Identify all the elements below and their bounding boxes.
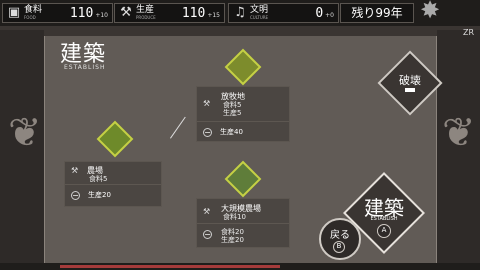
- years-remaining: 残り99年: [340, 3, 414, 23]
- culture-label: 文明: [250, 5, 269, 15]
- page-subtitle: ESTABLISH: [64, 64, 106, 71]
- culture-resource: ♫ 文明 CULTURE 0 +0: [228, 3, 339, 23]
- pasture-cost-production: 生産5: [223, 109, 242, 117]
- culture-value: 0: [315, 5, 324, 21]
- production-value: 110: [181, 5, 206, 21]
- food-gain: +10: [95, 11, 108, 19]
- hammer-icon: ⚒: [203, 207, 211, 216]
- build-sublabel: ESTABLISH: [370, 216, 398, 222]
- culture-gain: +0: [325, 11, 334, 19]
- production-label: 生産: [136, 5, 155, 15]
- food-label: 食料: [24, 5, 43, 15]
- production-resource: ⚒ 生産 PRODUCE 110 +15: [114, 3, 225, 23]
- production-icon: ⚒: [120, 5, 132, 20]
- food-resource: ▣ 食料 FOOD 110 +10: [2, 3, 113, 23]
- food-icon: ▣: [7, 5, 21, 20]
- culture-icon: ♫: [234, 5, 246, 20]
- build-key-a-icon: A: [377, 224, 391, 238]
- farm-tile-icon[interactable]: [96, 120, 134, 158]
- hammer-icon: ⚒: [203, 99, 211, 108]
- destroy-minus-icon: [405, 88, 415, 92]
- right-ornament-icon: ❦: [442, 110, 476, 156]
- hammer-icon: ⚒: [71, 166, 79, 175]
- food-value: 110: [69, 5, 94, 21]
- bottom-accent: [60, 265, 280, 268]
- large-farm-production-produce: 生産20: [221, 236, 244, 244]
- pasture-tile-icon[interactable]: [224, 48, 262, 86]
- food-sublabel: FOOD: [24, 15, 36, 20]
- large-farm-cost: 食料10: [223, 213, 246, 221]
- pasture-production: 生産40: [220, 128, 243, 136]
- farm-production: 生産20: [88, 191, 111, 199]
- minus-icon: −: [203, 230, 212, 239]
- large-farm-tile-icon[interactable]: [224, 160, 262, 198]
- back-key-b-icon: B: [333, 241, 345, 253]
- back-label: 戻る: [330, 230, 350, 241]
- farm-card[interactable]: ⚒ 農場 食料5 − 生産20: [64, 161, 162, 207]
- large-farm-card[interactable]: ⚒ 大規模農場 食料10 − 食料20 生産20: [196, 198, 290, 248]
- pasture-card[interactable]: ⚒ 放牧地 食料5 生産5 − 生産40: [196, 86, 290, 142]
- minus-icon: −: [71, 190, 80, 200]
- large-farm-production-food: 食料20: [221, 228, 244, 236]
- left-ornament-icon: ❦: [8, 110, 42, 156]
- minus-icon: −: [203, 127, 212, 137]
- destroy-label: 破壊: [399, 74, 421, 87]
- culture-sublabel: CULTURE: [250, 15, 269, 20]
- zr-button[interactable]: ZR: [463, 28, 474, 37]
- farm-cost: 食料5: [89, 175, 108, 183]
- production-sublabel: PRODUCE: [136, 15, 156, 20]
- compass-ornament-icon: ✸: [420, 0, 441, 24]
- pasture-cost-food: 食料5: [223, 101, 242, 109]
- production-gain: +15: [207, 11, 220, 19]
